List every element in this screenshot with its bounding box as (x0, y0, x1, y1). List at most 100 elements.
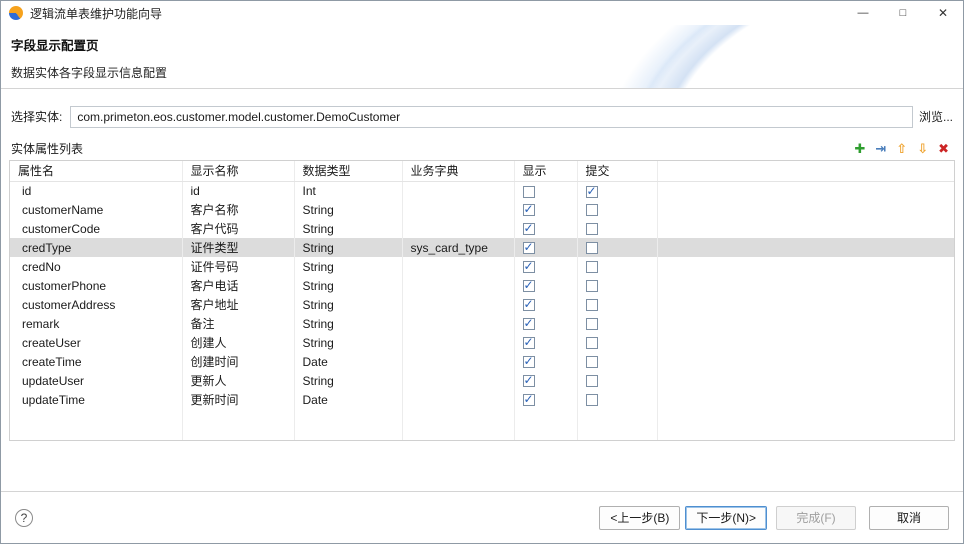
show-checkbox[interactable] (523, 242, 535, 254)
browse-button[interactable]: 浏览... (917, 105, 955, 128)
entity-input[interactable] (70, 106, 913, 128)
show-checkbox[interactable] (523, 299, 535, 311)
show-checkbox[interactable] (523, 337, 535, 349)
filler-cell (657, 238, 954, 257)
submit-checkbox[interactable] (586, 375, 598, 387)
help-button[interactable]: ? (15, 509, 33, 527)
show-cell (514, 390, 577, 409)
data-type-cell: String (294, 219, 402, 238)
finish-button: 完成(F) (776, 506, 856, 530)
table-row[interactable]: credNo证件号码String (10, 257, 954, 276)
maximize-button[interactable]: □ (883, 1, 923, 25)
dictionary-cell (402, 276, 514, 295)
submit-checkbox[interactable] (586, 242, 598, 254)
submit-checkbox[interactable] (586, 280, 598, 292)
property-name-cell: credNo (10, 257, 182, 276)
move-up-icon[interactable]: ⇧ (896, 142, 907, 156)
table-row[interactable]: createUser创建人String (10, 333, 954, 352)
show-checkbox[interactable] (523, 204, 535, 216)
back-button[interactable]: <上一步(B) (599, 506, 680, 530)
submit-cell (577, 371, 657, 390)
move-down-icon[interactable]: ⇩ (917, 142, 928, 156)
submit-cell (577, 200, 657, 219)
display-name-cell: 备注 (182, 314, 294, 333)
show-cell (514, 371, 577, 390)
dictionary-cell (402, 257, 514, 276)
table-row[interactable]: updateUser更新人String (10, 371, 954, 390)
show-checkbox[interactable] (523, 394, 535, 406)
data-type-cell: String (294, 276, 402, 295)
submit-checkbox[interactable] (586, 261, 598, 273)
col-property-name[interactable]: 属性名 (10, 161, 182, 181)
insert-icon[interactable]: ⇥ (875, 142, 886, 156)
table-row[interactable]: customerPhone客户电话String (10, 276, 954, 295)
table-row[interactable]: customerAddress客户地址String (10, 295, 954, 314)
display-name-cell: 客户代码 (182, 219, 294, 238)
dictionary-cell (402, 181, 514, 200)
show-checkbox[interactable] (523, 356, 535, 368)
table-row[interactable]: customerName客户名称String (10, 200, 954, 219)
col-display-name[interactable]: 显示名称 (182, 161, 294, 181)
show-checkbox[interactable] (523, 261, 535, 273)
property-table: 属性名 显示名称 数据类型 业务字典 显示 提交 ididIntcustomer… (9, 160, 955, 441)
wizard-buttons: <上一步(B) 下一步(N)> 完成(F) 取消 (599, 506, 949, 530)
filler-cell (657, 314, 954, 333)
delete-icon[interactable]: ✖ (938, 142, 949, 156)
empty-cell (182, 409, 294, 440)
table-row[interactable]: ididInt (10, 181, 954, 200)
filler-cell (657, 352, 954, 371)
table-row[interactable]: credType证件类型Stringsys_card_type (10, 238, 954, 257)
table-row[interactable]: updateTime更新时间Date (10, 390, 954, 409)
table-row[interactable]: customerCode客户代码String (10, 219, 954, 238)
show-checkbox[interactable] (523, 318, 535, 330)
col-show[interactable]: 显示 (514, 161, 577, 181)
data-type-cell: String (294, 314, 402, 333)
submit-cell (577, 257, 657, 276)
property-table-body: ididIntcustomerName客户名称StringcustomerCod… (10, 181, 954, 440)
close-button[interactable]: ✕ (923, 1, 963, 25)
submit-checkbox[interactable] (586, 223, 598, 235)
submit-checkbox[interactable] (586, 186, 598, 198)
show-checkbox[interactable] (523, 375, 535, 387)
data-type-cell: String (294, 371, 402, 390)
submit-checkbox[interactable] (586, 299, 598, 311)
submit-checkbox[interactable] (586, 356, 598, 368)
show-cell (514, 200, 577, 219)
add-icon[interactable]: ✚ (854, 142, 865, 156)
submit-checkbox[interactable] (586, 204, 598, 216)
minimize-button[interactable]: — (843, 1, 883, 25)
table-header-row: 属性名 显示名称 数据类型 业务字典 显示 提交 (10, 161, 954, 181)
data-type-cell: Date (294, 352, 402, 371)
cancel-button[interactable]: 取消 (869, 506, 949, 530)
filler-cell (657, 257, 954, 276)
show-checkbox[interactable] (523, 186, 535, 198)
page-title: 字段显示配置页 (11, 35, 951, 54)
property-name-cell: customerAddress (10, 295, 182, 314)
dictionary-cell (402, 314, 514, 333)
minimize-icon: — (858, 7, 869, 19)
submit-cell (577, 390, 657, 409)
submit-checkbox[interactable] (586, 394, 598, 406)
page-description: 数据实体各字段显示信息配置 (11, 64, 951, 81)
next-button[interactable]: 下一步(N)> (685, 506, 767, 530)
show-cell (514, 295, 577, 314)
col-data-type[interactable]: 数据类型 (294, 161, 402, 181)
empty-cell (10, 409, 182, 440)
table-row[interactable]: createTime创建时间Date (10, 352, 954, 371)
dictionary-cell (402, 390, 514, 409)
submit-checkbox[interactable] (586, 337, 598, 349)
show-checkbox[interactable] (523, 223, 535, 235)
property-name-cell: customerCode (10, 219, 182, 238)
display-name-cell: 客户名称 (182, 200, 294, 219)
submit-checkbox[interactable] (586, 318, 598, 330)
table-row[interactable]: remark备注String (10, 314, 954, 333)
submit-cell (577, 295, 657, 314)
col-submit[interactable]: 提交 (577, 161, 657, 181)
filler-cell (657, 333, 954, 352)
help-icon: ? (21, 511, 28, 525)
show-checkbox[interactable] (523, 280, 535, 292)
submit-cell (577, 276, 657, 295)
data-type-cell: Int (294, 181, 402, 200)
col-dictionary[interactable]: 业务字典 (402, 161, 514, 181)
display-name-cell: 证件类型 (182, 238, 294, 257)
